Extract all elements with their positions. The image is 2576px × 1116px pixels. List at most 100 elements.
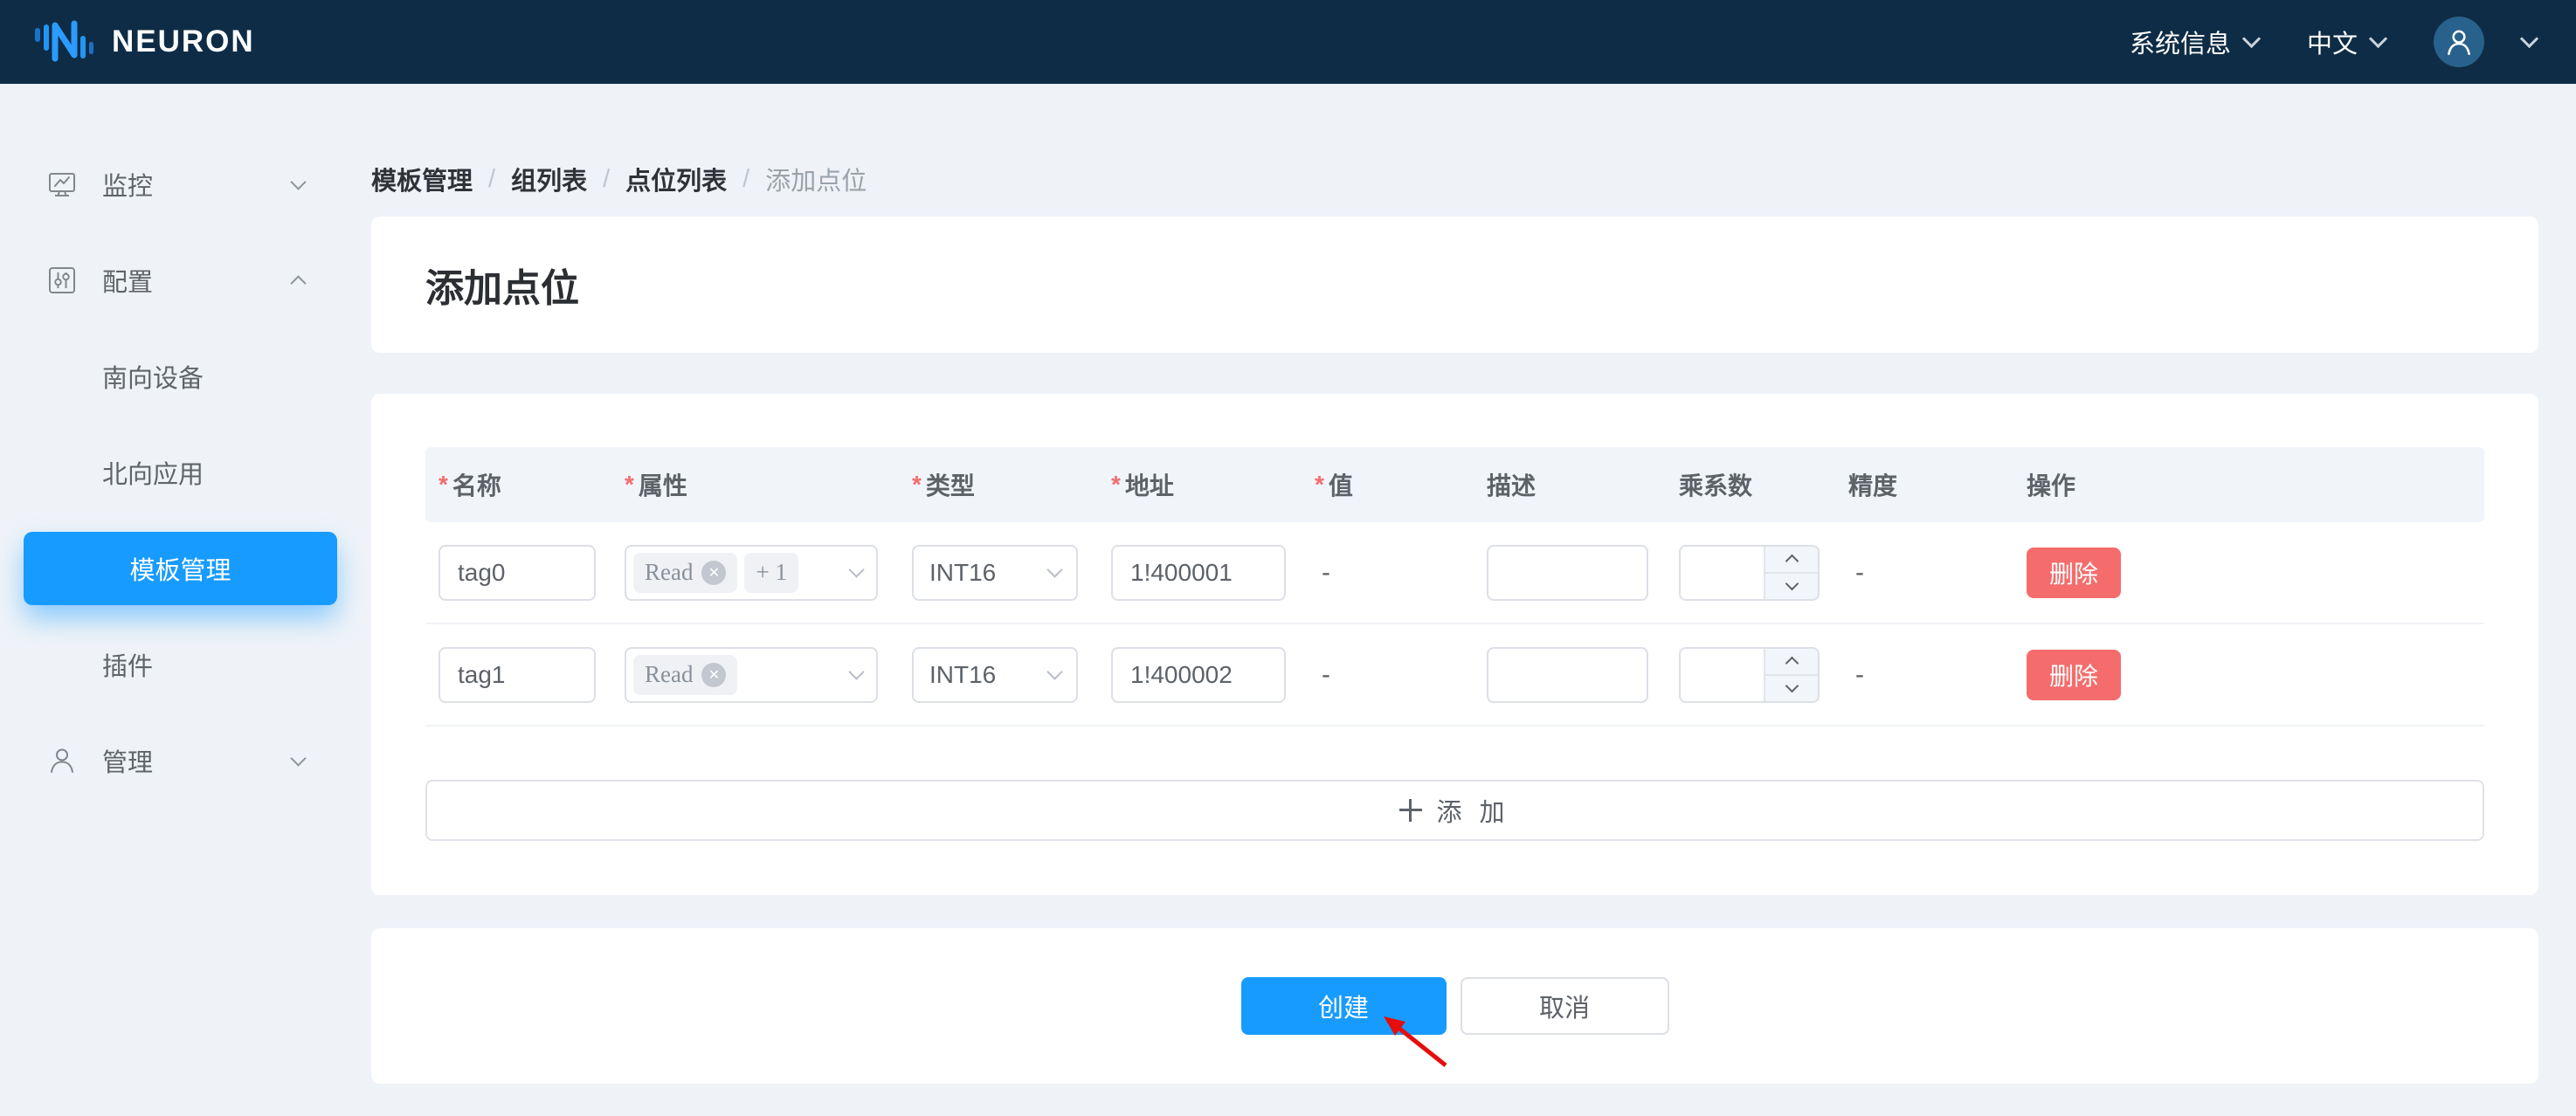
type-select[interactable]: INT16 [912, 545, 1078, 601]
chevron-down-icon [848, 664, 864, 679]
attribute-tags: Read [633, 655, 737, 695]
tag-close-icon[interactable] [701, 663, 726, 687]
sidebar-label-monitoring: 监控 [102, 166, 153, 203]
breadcrumb-tag-list[interactable]: 点位列表 [625, 161, 727, 197]
required-marker: * [912, 471, 922, 499]
neuron-logo-icon [35, 18, 94, 65]
tag-close-icon[interactable] [701, 561, 726, 585]
attribute-tags: Read + 1 [633, 553, 798, 593]
delete-button[interactable]: 删除 [2027, 548, 2121, 598]
name-input[interactable] [439, 545, 596, 601]
app-root: NEURON 系统信息 中文 [0, 0, 2576, 1116]
attribute-select[interactable]: Read [625, 647, 878, 703]
breadcrumb-separator: / [488, 165, 495, 194]
address-input[interactable] [1111, 545, 1286, 601]
required-marker: * [1315, 471, 1324, 499]
chevron-down-icon [2520, 29, 2538, 47]
attribute-tag: Read [633, 655, 737, 695]
brand: NEURON [35, 18, 255, 65]
attribute-more-tag: + 1 [744, 553, 798, 593]
breadcrumb: 模板管理 / 组列表 / 点位列表 / 添加点位 [371, 161, 867, 197]
attribute-tag: Read [633, 553, 737, 593]
chevron-down-icon [1046, 664, 1062, 679]
create-button[interactable]: 创建 [1241, 977, 1447, 1035]
add-tag-label: 添 加 [1436, 792, 1509, 829]
description-input[interactable] [1487, 545, 1648, 601]
plus-icon [1399, 799, 1422, 822]
sidebar-item-configuration[interactable]: 配置 [0, 232, 349, 328]
breadcrumb-group-list[interactable]: 组列表 [511, 161, 587, 197]
breadcrumb-template-management[interactable]: 模板管理 [371, 161, 473, 197]
sidebar-item-monitoring[interactable]: 监控 [0, 136, 349, 232]
precision-placeholder: - [1848, 558, 1864, 588]
multiplier-input[interactable] [1681, 649, 1764, 701]
stepper-decrease-button[interactable] [1765, 676, 1818, 701]
sidebar-item-plugins[interactable]: 插件 [0, 617, 349, 713]
sidebar-item-north-apps[interactable]: 北向应用 [0, 424, 349, 520]
tag-form-card: *名称 *属性 *类型 *地址 *值 描述 乘系数 精度 操作 Read [371, 394, 2538, 895]
header-address: *地址 [1098, 467, 1302, 502]
cancel-button[interactable]: 取消 [1461, 977, 1669, 1035]
name-input[interactable] [439, 647, 596, 703]
user-avatar-icon [2442, 25, 2476, 59]
brand-title: NEURON [112, 24, 255, 59]
caret-up-icon [1785, 555, 1799, 568]
sidebar-item-south-devices[interactable]: 南向设备 [0, 328, 349, 424]
sliders-icon [46, 265, 78, 296]
table-row: Read INT16 - [425, 624, 2484, 727]
required-marker: * [439, 471, 448, 499]
table-header-row: *名称 *属性 *类型 *地址 *值 描述 乘系数 精度 操作 [425, 447, 2484, 522]
language-label: 中文 [2307, 24, 2358, 60]
multiplier-stepper [1679, 647, 1820, 703]
sidebar-label-configuration: 配置 [102, 262, 153, 299]
monitor-icon [46, 169, 78, 200]
chevron-down-icon [290, 750, 306, 766]
sidebar-label-plugins: 插件 [102, 646, 153, 683]
address-input[interactable] [1111, 647, 1286, 703]
breadcrumb-current: 添加点位 [765, 161, 867, 197]
header-name: *名称 [425, 467, 611, 502]
title-card: 添加点位 [371, 217, 2538, 353]
header-attribute: *属性 [611, 467, 899, 502]
stepper-increase-button[interactable] [1765, 649, 1818, 676]
caret-down-icon [1785, 577, 1799, 591]
caret-down-icon [1785, 679, 1799, 693]
chevron-down-icon [290, 174, 306, 189]
language-dropdown[interactable]: 中文 [2307, 24, 2385, 60]
account-dropdown[interactable] [2523, 39, 2536, 45]
sidebar-label-south-devices: 南向设备 [102, 358, 204, 395]
precision-placeholder: - [1848, 660, 1864, 690]
chevron-up-icon [290, 275, 306, 291]
value-placeholder: - [1315, 558, 1330, 588]
sidebar-item-administration[interactable]: 管理 [0, 713, 349, 809]
header-operation: 操作 [2013, 467, 2484, 502]
sidebar-label-template-management: 模板管理 [129, 550, 231, 587]
header-value: *值 [1302, 467, 1474, 502]
system-info-dropdown[interactable]: 系统信息 [2130, 24, 2258, 60]
multiplier-stepper [1679, 545, 1820, 601]
add-tag-button[interactable]: 添 加 [425, 780, 2484, 841]
chevron-down-icon [2369, 29, 2387, 47]
description-input[interactable] [1487, 647, 1648, 703]
stepper-increase-button[interactable] [1765, 547, 1818, 574]
sidebar: 监控 配置 南向设备 北向应用 模板管理 插件 [0, 84, 349, 1116]
sidebar-label-north-apps: 北向应用 [102, 454, 204, 491]
chevron-down-icon [2242, 29, 2261, 47]
top-navbar: NEURON 系统信息 中文 [0, 0, 2576, 84]
sidebar-item-template-management-active[interactable]: 模板管理 [24, 532, 337, 605]
breadcrumb-separator: / [742, 165, 749, 194]
multiplier-input[interactable] [1681, 547, 1764, 599]
page-title: 添加点位 [425, 257, 579, 313]
delete-button[interactable]: 删除 [2027, 650, 2121, 700]
value-placeholder: - [1315, 660, 1330, 690]
attribute-select[interactable]: Read + 1 [625, 545, 878, 601]
header-description: 描述 [1474, 467, 1666, 502]
chevron-down-icon [848, 561, 864, 577]
sidebar-label-administration: 管理 [102, 742, 153, 779]
user-avatar[interactable] [2434, 17, 2484, 67]
footer-actions-card: 创建 取消 [371, 928, 2538, 1084]
stepper-decrease-button[interactable] [1765, 574, 1818, 599]
header-type: *类型 [899, 467, 1098, 502]
navbar-right: 系统信息 中文 [2130, 17, 2536, 67]
type-select[interactable]: INT16 [912, 647, 1078, 703]
